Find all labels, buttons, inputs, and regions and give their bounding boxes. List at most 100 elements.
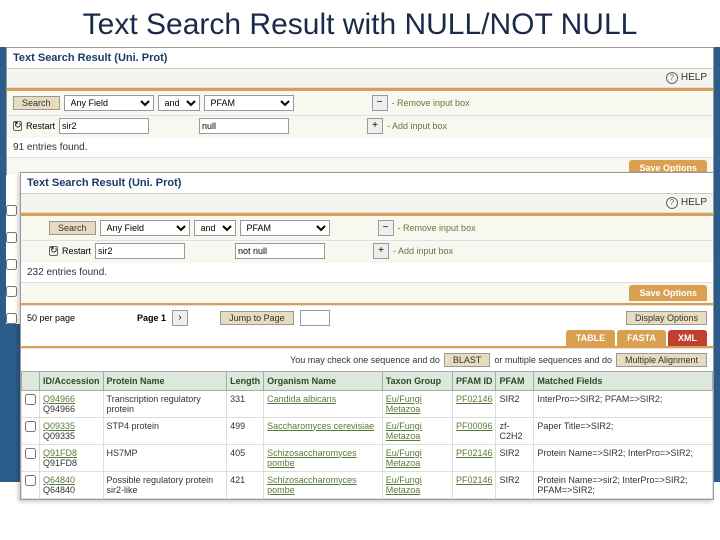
pfamid-link[interactable]: PF02146 [456,394,493,404]
per-page-label: 50 per page [27,313,75,323]
taxon-link[interactable]: Eu/Fungi Metazoa [386,394,422,414]
next-page-button[interactable]: › [172,310,188,326]
col-pfamid[interactable]: PFAM ID [452,371,496,390]
row-checkbox[interactable] [6,313,17,324]
cell-id: Q64840Q64840 [40,471,104,498]
col-checkbox [22,371,40,390]
search-row-1: Search Any Field and PFAM − - Remove inp… [21,216,713,241]
organism-link[interactable]: Saccharomyces cerevisiae [267,421,374,431]
cell-length: 405 [227,444,264,471]
slide-title: Text Search Result with NULL/NOT NULL [0,0,720,47]
cell-id: Q09335Q09335 [40,417,104,444]
cell-taxon: Eu/Fungi Metazoa [382,471,452,498]
row-checkbox[interactable] [25,421,36,432]
taxon-link[interactable]: Eu/Fungi Metazoa [386,475,422,495]
field-select[interactable]: Any Field [64,95,154,111]
query2-input[interactable] [235,243,325,259]
cell-protein: Possible regulatory protein sir2-like [103,471,227,498]
jump-page-input[interactable] [300,310,330,326]
id-link[interactable]: Q64840 [43,475,75,485]
row-checkbox[interactable] [6,259,17,270]
tab-xml[interactable]: XML [668,330,707,346]
search-row-1: Search Any Field and PFAM − - Remove inp… [7,91,713,116]
col-id[interactable]: ID/Accession [40,371,104,390]
add-box-label: - Add input box [387,121,447,131]
cell-length: 499 [227,417,264,444]
row-checkbox[interactable] [6,232,17,243]
row-checkbox[interactable] [25,448,36,459]
remove-row-button[interactable]: − [378,220,394,236]
restart-label: Restart [26,121,55,131]
organism-link[interactable]: Candida albicans [267,394,336,404]
remove-row-button[interactable]: − [372,95,388,111]
restart-link[interactable]: Restart [49,246,91,256]
cell-protein: HS7MP [103,444,227,471]
tab-fasta[interactable]: FASTA [617,330,666,346]
field2-select[interactable]: PFAM [204,95,294,111]
help-link[interactable]: ? HELP [666,72,707,84]
row-checkbox[interactable] [6,286,17,297]
cell-id: Q94966Q94966 [40,390,104,417]
row-checkbox[interactable] [25,394,36,405]
field2-select[interactable]: PFAM [240,220,330,236]
query2-input[interactable] [199,118,289,134]
row-checkbox[interactable] [25,475,36,486]
pfamid-link[interactable]: PF02146 [456,475,493,485]
cell-pfam: SIR2 [496,444,534,471]
id-link[interactable]: Q91FD8 [43,448,77,458]
id-link[interactable]: Q09335 [43,421,75,431]
table-row: Q09335Q09335STP4 protein499Saccharomyces… [22,417,713,444]
col-pfam[interactable]: PFAM [496,371,534,390]
operator-select[interactable]: and [158,95,200,111]
col-organism[interactable]: Organism Name [264,371,383,390]
pager-row: 50 per page Page 1 › Jump to Page Displa… [21,305,713,330]
search-button[interactable]: Search [49,221,96,235]
help-label: HELP [681,72,707,83]
search-button[interactable]: Search [13,96,60,110]
help-label: HELP [681,197,707,208]
table-header-row: ID/Accession Protein Name Length Organis… [22,371,713,390]
operator-select[interactable]: and [194,220,236,236]
table-row: Q91FD8Q91FD8HS7MP405Schizosaccharomyces … [22,444,713,471]
multiple-alignment-button[interactable]: Multiple Alignment [616,353,707,367]
pfamid-link[interactable]: PF02146 [456,448,493,458]
blast-button[interactable]: BLAST [444,353,491,367]
cell-length: 331 [227,390,264,417]
cell-length: 421 [227,471,264,498]
add-row-button[interactable]: + [373,243,389,259]
organism-link[interactable]: Schizosaccharomyces pombe [267,448,357,468]
blast-hint-row: You may check one sequence and do BLAST … [21,348,713,371]
col-protein[interactable]: Protein Name [103,371,227,390]
query1-input[interactable] [59,118,149,134]
col-matched[interactable]: Matched Fields [534,371,713,390]
cell-pfam: zf-C2H2 [496,417,534,444]
id-link[interactable]: Q94966 [43,394,75,404]
organism-link[interactable]: Schizosaccharomyces pombe [267,475,357,495]
help-link[interactable]: ? HELP [666,197,707,209]
restart-label: Restart [62,246,91,256]
remove-box-label: - Remove input box [392,98,470,108]
add-row-button[interactable]: + [367,118,383,134]
cell-organism: Schizosaccharomyces pombe [264,444,383,471]
col-taxon[interactable]: Taxon Group [382,371,452,390]
search-panel-null: Text Search Result (Uni. Prot) ? HELP Se… [6,47,714,181]
query1-input[interactable] [95,243,185,259]
entries-count: 232 entries found. [21,263,713,283]
restart-icon [13,121,22,131]
cell-matched: Protein Name=>sir2; InterPro=>SIR2; PFAM… [534,471,713,498]
display-options-button[interactable]: Display Options [626,311,707,325]
jump-to-page-button[interactable]: Jump to Page [220,311,294,325]
pfamid-link[interactable]: PF00096 [456,421,493,431]
restart-link[interactable]: Restart [13,121,55,131]
tab-table[interactable]: TABLE [566,330,615,346]
format-tabs: TABLE FASTA XML [21,330,713,346]
row-checkbox[interactable] [6,205,17,216]
taxon-link[interactable]: Eu/Fungi Metazoa [386,421,422,441]
save-options-button[interactable]: Save Options [629,285,707,301]
field-select[interactable]: Any Field [100,220,190,236]
blast-hint-2: or multiple sequences and do [494,355,612,365]
panel-header: Text Search Result (Uni. Prot) [7,48,713,69]
add-box-label: - Add input box [393,246,453,256]
col-length[interactable]: Length [227,371,264,390]
taxon-link[interactable]: Eu/Fungi Metazoa [386,448,422,468]
